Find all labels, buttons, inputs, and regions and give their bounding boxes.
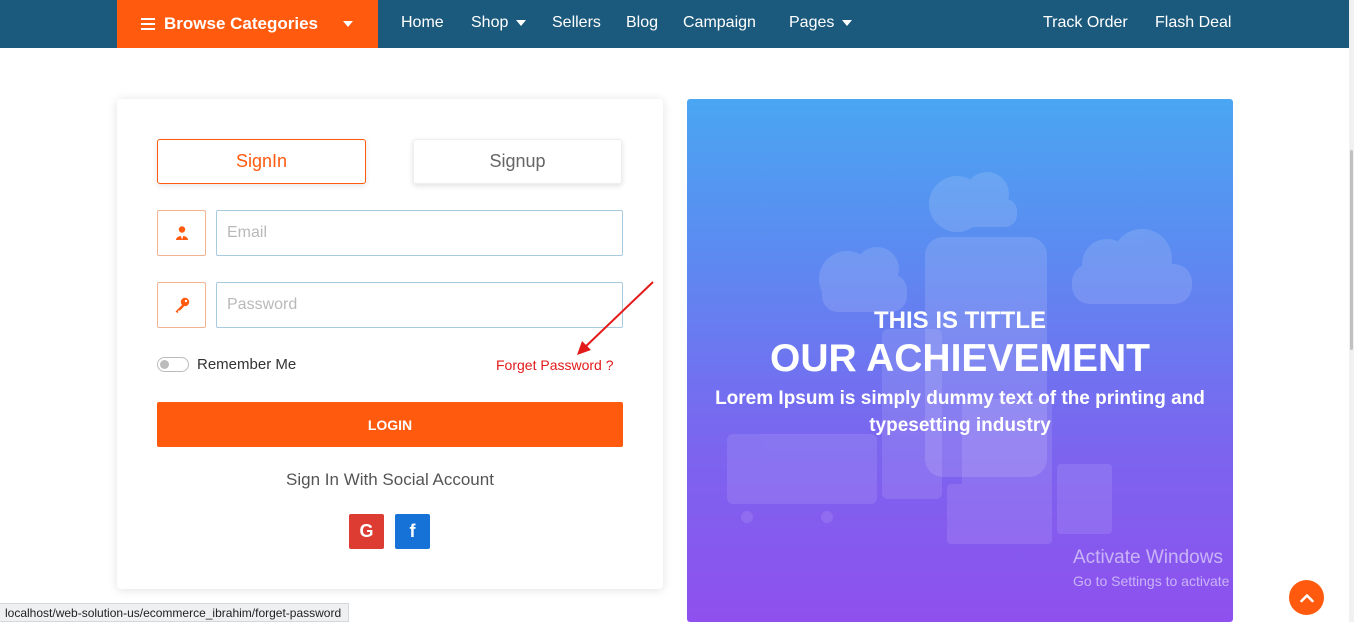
promo-text: Lorem Ipsum is simply dummy text of the … <box>715 388 1205 436</box>
nav-campaign[interactable]: Campaign <box>683 14 756 32</box>
watermark-subtitle: Go to Settings to activate Windows. <box>1073 573 1294 589</box>
watermark-title: Activate Windows <box>1073 547 1223 568</box>
browse-categories-button[interactable]: Browse Categories <box>117 0 378 48</box>
tab-signup[interactable]: Signup <box>413 139 622 184</box>
nav-blog[interactable]: Blog <box>626 14 658 32</box>
activate-windows-watermark: Activate Windows Go to Settings to activ… <box>1073 547 1294 589</box>
browse-categories-label: Browse Categories <box>164 14 318 33</box>
nav-flash-deal[interactable]: Flash Deal <box>1155 14 1231 32</box>
hamburger-icon <box>141 18 155 30</box>
nav-shop[interactable]: Shop <box>471 14 527 32</box>
chevron-down-icon <box>842 19 853 26</box>
key-icon <box>157 282 206 328</box>
email-field[interactable] <box>216 210 623 256</box>
scroll-to-top-button[interactable] <box>1289 580 1324 615</box>
nav-home[interactable]: Home <box>401 14 444 32</box>
nav-pages-label: Pages <box>789 14 835 31</box>
remember-me-label: Remember Me <box>197 356 297 373</box>
nav-pages[interactable]: Pages <box>789 14 853 32</box>
google-icon: G <box>359 521 374 541</box>
facebook-signin-button[interactable]: f <box>395 514 430 549</box>
promo-subtitle: THIS IS TITTLE <box>874 307 1046 334</box>
nav-sellers[interactable]: Sellers <box>552 14 601 32</box>
login-button[interactable]: LOGIN <box>157 402 623 447</box>
chevron-down-icon <box>516 19 527 26</box>
promo-banner: THIS IS TITTLE OUR ACHIEVEMENT Lorem Ips… <box>687 99 1233 622</box>
chevron-down-icon <box>343 21 353 27</box>
google-signin-button[interactable]: G <box>349 514 384 549</box>
forget-password-link[interactable]: Forget Password ? <box>496 357 614 373</box>
promo-title: OUR ACHIEVEMENT <box>770 337 1150 380</box>
annotation-arrow <box>577 281 654 355</box>
user-icon <box>157 210 206 256</box>
arrow-up-icon <box>1299 593 1314 602</box>
page-scrollbar[interactable] <box>1349 0 1354 622</box>
tab-signin[interactable]: SignIn <box>157 139 366 184</box>
browser-status-url: localhost/web-solution-us/ecommerce_ibra… <box>0 603 350 622</box>
facebook-icon: f <box>409 521 416 541</box>
nav-track-order[interactable]: Track Order <box>1043 14 1128 32</box>
top-navigation: Browse Categories Home Shop Sellers Blog… <box>0 0 1354 48</box>
password-field[interactable] <box>216 282 623 328</box>
remember-me-toggle[interactable] <box>157 357 189 372</box>
social-signin-label: Sign In With Social Account <box>286 470 494 489</box>
nav-shop-label: Shop <box>471 14 509 31</box>
